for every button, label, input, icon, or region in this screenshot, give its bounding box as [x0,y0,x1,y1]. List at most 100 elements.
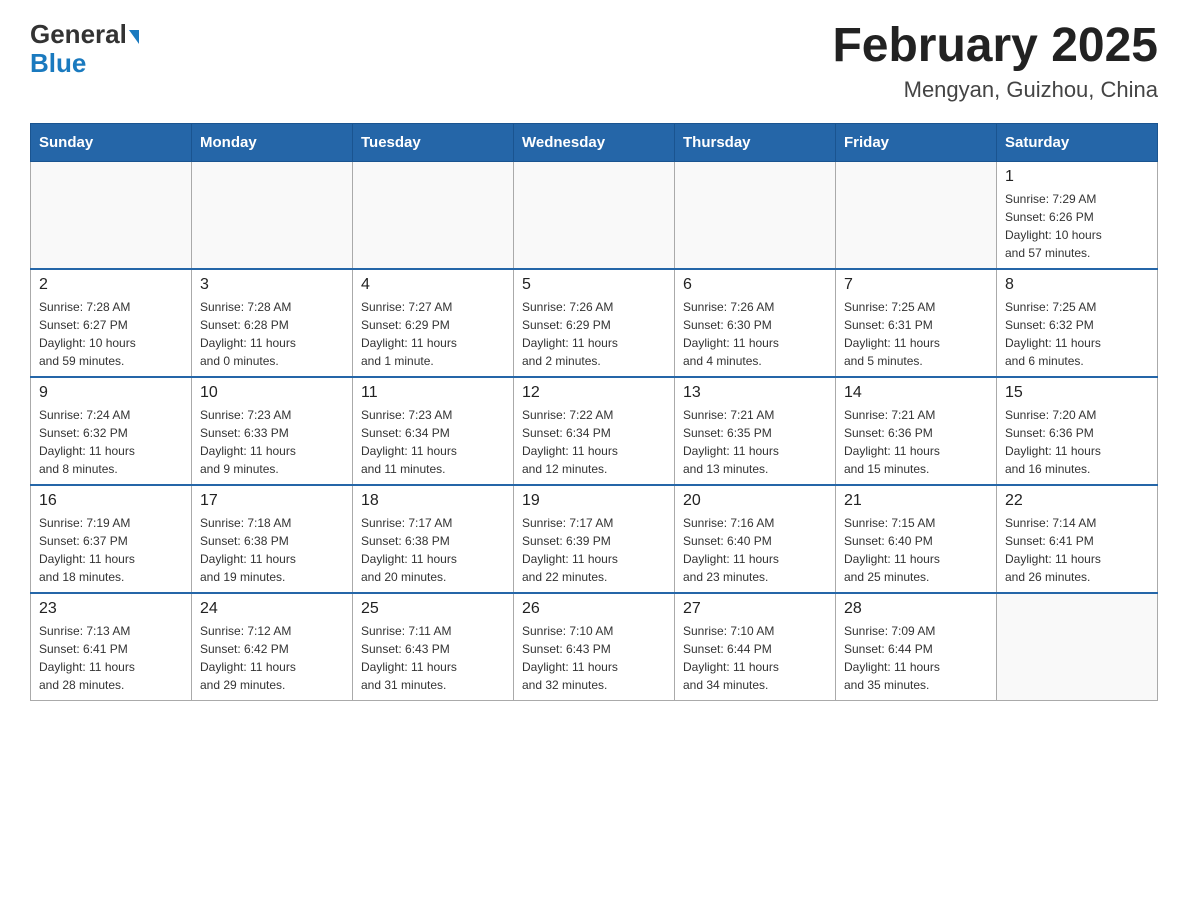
calendar-table: Sunday Monday Tuesday Wednesday Thursday… [30,123,1158,701]
day-number: 21 [844,492,988,510]
day-info: Sunrise: 7:26 AMSunset: 6:30 PMDaylight:… [683,298,827,370]
day-info: Sunrise: 7:25 AMSunset: 6:32 PMDaylight:… [1005,298,1149,370]
day-info: Sunrise: 7:21 AMSunset: 6:35 PMDaylight:… [683,406,827,478]
table-row: 17Sunrise: 7:18 AMSunset: 6:38 PMDayligh… [192,485,353,593]
table-row: 23 Sunrise: 7:13 AMSunset: 6:41 PMDayligh… [31,593,192,701]
day-info: Sunrise: 7:27 AMSunset: 6:29 PMDaylight:… [361,298,505,370]
table-row [836,161,997,269]
table-row: 3 Sunrise: 7:28 AMSunset: 6:28 PMDaylight… [192,269,353,377]
day-info: Sunrise: 7:12 AMSunset: 6:42 PMDaylight:… [200,622,344,694]
header-wednesday: Wednesday [514,123,675,161]
day-number: 12 [522,384,666,402]
table-row: 20 Sunrise: 7:16 AMSunset: 6:40 PMDayligh… [675,485,836,593]
day-info: Sunrise: 7:26 AMSunset: 6:29 PMDaylight:… [522,298,666,370]
day-info: Sunrise: 7:24 AMSunset: 6:32 PMDaylight:… [39,406,183,478]
day-info: Sunrise: 7:10 AMSunset: 6:43 PMDaylight:… [522,622,666,694]
logo: General Blue [30,20,139,77]
logo-general-text: General [30,19,127,49]
header-tuesday: Tuesday [353,123,514,161]
day-number: 3 [200,276,344,294]
day-info: Sunrise: 7:19 AMSunset: 6:37 PMDaylight:… [39,514,183,586]
table-row [353,161,514,269]
day-number: 4 [361,276,505,294]
table-row: 6 Sunrise: 7:26 AMSunset: 6:30 PMDaylight… [675,269,836,377]
table-row: 5Sunrise: 7:26 AMSunset: 6:29 PMDaylight… [514,269,675,377]
day-info: Sunrise: 7:28 AMSunset: 6:27 PMDaylight:… [39,298,183,370]
header-monday: Monday [192,123,353,161]
day-info: Sunrise: 7:23 AMSunset: 6:34 PMDaylight:… [361,406,505,478]
day-number: 18 [361,492,505,510]
day-info: Sunrise: 7:16 AMSunset: 6:40 PMDaylight:… [683,514,827,586]
day-number: 15 [1005,384,1149,402]
table-row: 4 Sunrise: 7:27 AMSunset: 6:29 PMDaylight… [353,269,514,377]
table-row: 1 Sunrise: 7:29 AMSunset: 6:26 PMDaylight… [997,161,1158,269]
day-info: Sunrise: 7:17 AMSunset: 6:39 PMDaylight:… [522,514,666,586]
table-row: 27 Sunrise: 7:10 AMSunset: 6:44 PMDayligh… [675,593,836,701]
table-row: 14 Sunrise: 7:21 AMSunset: 6:36 PMDayligh… [836,377,997,485]
day-number: 9 [39,384,183,402]
table-row: 16 Sunrise: 7:19 AMSunset: 6:37 PMDayligh… [31,485,192,593]
day-number: 26 [522,600,666,618]
table-row: 19Sunrise: 7:17 AMSunset: 6:39 PMDayligh… [514,485,675,593]
calendar-subtitle: Mengyan, Guizhou, China [832,77,1158,103]
day-info: Sunrise: 7:22 AMSunset: 6:34 PMDaylight:… [522,406,666,478]
logo-top-row: General [30,20,139,49]
table-row: 15 Sunrise: 7:20 AMSunset: 6:36 PMDayligh… [997,377,1158,485]
table-row: 12 Sunrise: 7:22 AMSunset: 6:34 PMDayligh… [514,377,675,485]
day-info: Sunrise: 7:18 AMSunset: 6:38 PMDaylight:… [200,514,344,586]
table-row [192,161,353,269]
table-row [514,161,675,269]
day-number: 27 [683,600,827,618]
table-row: 11 Sunrise: 7:23 AMSunset: 6:34 PMDayligh… [353,377,514,485]
day-info: Sunrise: 7:09 AMSunset: 6:44 PMDaylight:… [844,622,988,694]
calendar-header-row: Sunday Monday Tuesday Wednesday Thursday… [31,123,1158,161]
table-row [675,161,836,269]
table-row: 13 Sunrise: 7:21 AMSunset: 6:35 PMDayligh… [675,377,836,485]
day-number: 7 [844,276,988,294]
day-number: 22 [1005,492,1149,510]
day-number: 13 [683,384,827,402]
day-number: 14 [844,384,988,402]
day-number: 20 [683,492,827,510]
day-info: Sunrise: 7:21 AMSunset: 6:36 PMDaylight:… [844,406,988,478]
calendar-week-row: 2Sunrise: 7:28 AMSunset: 6:27 PMDaylight… [31,269,1158,377]
header-sunday: Sunday [31,123,192,161]
day-info: Sunrise: 7:28 AMSunset: 6:28 PMDaylight:… [200,298,344,370]
table-row: 22 Sunrise: 7:14 AMSunset: 6:41 PMDayligh… [997,485,1158,593]
table-row: 25Sunrise: 7:11 AMSunset: 6:43 PMDayligh… [353,593,514,701]
table-row: 8 Sunrise: 7:25 AMSunset: 6:32 PMDaylight… [997,269,1158,377]
day-number: 23 [39,600,183,618]
day-info: Sunrise: 7:20 AMSunset: 6:36 PMDaylight:… [1005,406,1149,478]
day-info: Sunrise: 7:29 AMSunset: 6:26 PMDaylight:… [1005,190,1149,262]
header-thursday: Thursday [675,123,836,161]
calendar-week-row: 1 Sunrise: 7:29 AMSunset: 6:26 PMDaylight… [31,161,1158,269]
day-info: Sunrise: 7:13 AMSunset: 6:41 PMDaylight:… [39,622,183,694]
day-number: 16 [39,492,183,510]
table-row: 2Sunrise: 7:28 AMSunset: 6:27 PMDaylight… [31,269,192,377]
calendar-week-row: 16 Sunrise: 7:19 AMSunset: 6:37 PMDayligh… [31,485,1158,593]
table-row: 10Sunrise: 7:23 AMSunset: 6:33 PMDayligh… [192,377,353,485]
day-number: 24 [200,600,344,618]
table-row: 7 Sunrise: 7:25 AMSunset: 6:31 PMDaylight… [836,269,997,377]
page-header: General Blue February 2025 Mengyan, Guiz… [30,20,1158,103]
logo-triangle-icon [129,30,139,44]
logo-blue-text: Blue [30,48,86,78]
day-number: 1 [1005,168,1149,186]
day-info: Sunrise: 7:15 AMSunset: 6:40 PMDaylight:… [844,514,988,586]
calendar-week-row: 23 Sunrise: 7:13 AMSunset: 6:41 PMDayligh… [31,593,1158,701]
day-info: Sunrise: 7:10 AMSunset: 6:44 PMDaylight:… [683,622,827,694]
calendar-title: February 2025 [832,20,1158,73]
table-row: 9 Sunrise: 7:24 AMSunset: 6:32 PMDaylight… [31,377,192,485]
table-row: 18 Sunrise: 7:17 AMSunset: 6:38 PMDayligh… [353,485,514,593]
day-number: 8 [1005,276,1149,294]
day-info: Sunrise: 7:17 AMSunset: 6:38 PMDaylight:… [361,514,505,586]
header-saturday: Saturday [997,123,1158,161]
table-row [31,161,192,269]
day-number: 28 [844,600,988,618]
table-row: 24 Sunrise: 7:12 AMSunset: 6:42 PMDayligh… [192,593,353,701]
day-number: 10 [200,384,344,402]
day-number: 6 [683,276,827,294]
day-info: Sunrise: 7:25 AMSunset: 6:31 PMDaylight:… [844,298,988,370]
day-info: Sunrise: 7:14 AMSunset: 6:41 PMDaylight:… [1005,514,1149,586]
day-number: 11 [361,384,505,402]
